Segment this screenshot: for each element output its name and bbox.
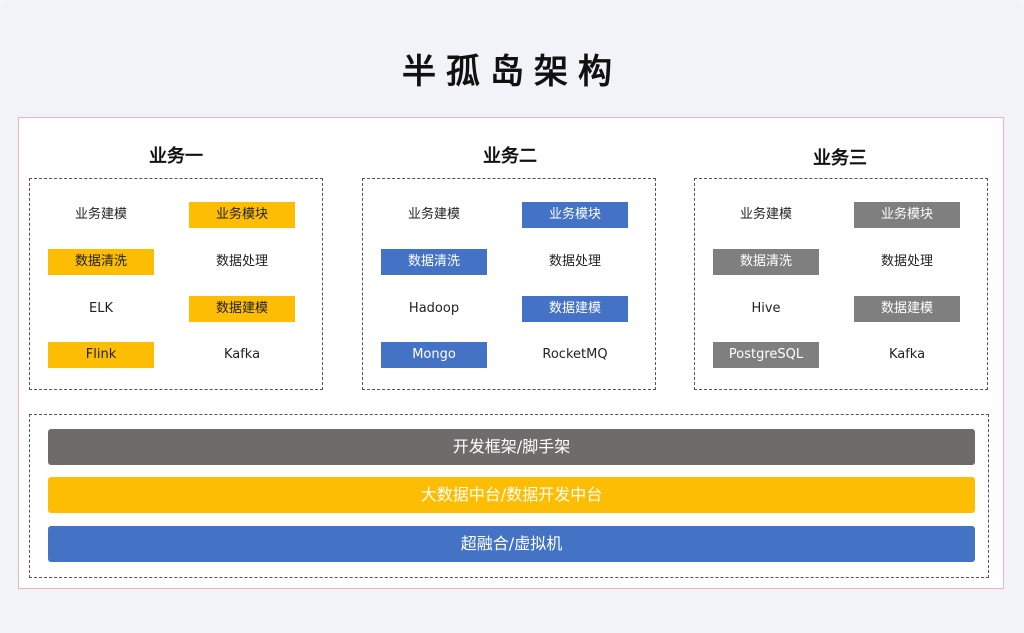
- column-2-cell: 业务模块: [522, 202, 628, 228]
- column-2-cell: RocketMQ: [542, 347, 608, 362]
- column-2-cell: 数据建模: [522, 296, 628, 322]
- column-3-cell: PostgreSQL: [713, 342, 819, 368]
- column-1-cell: ELK: [89, 301, 113, 316]
- column-2-cell: 数据清洗: [381, 249, 487, 275]
- column-1-cell: Kafka: [223, 347, 261, 362]
- column-3-cell: 数据建模: [854, 296, 960, 322]
- column-2-cell: 业务建模: [407, 207, 460, 222]
- column-title-3: 业务三: [813, 148, 867, 169]
- layer-bar-framework: 开发框架/脚手架: [48, 429, 975, 465]
- column-1-cell: 数据建模: [189, 296, 295, 322]
- layer-bar-data-platform: 大数据中台/数据开发中台: [48, 477, 975, 513]
- column-1-cell: 数据清洗: [48, 249, 154, 275]
- column-2-cell: 数据处理: [548, 254, 601, 269]
- column-1-cell: Flink: [48, 342, 154, 368]
- layer-bar-infrastructure: 超融合/虚拟机: [48, 526, 975, 562]
- column-title-2: 业务二: [483, 146, 537, 167]
- column-1-cell: 业务模块: [189, 202, 295, 228]
- column-3-cell: 业务模块: [854, 202, 960, 228]
- diagram-title: 半孤岛架构: [402, 52, 622, 92]
- column-title-1: 业务一: [149, 146, 203, 167]
- column-3-cell: Hive: [751, 301, 781, 316]
- column-3-cell: 业务建模: [739, 207, 792, 222]
- column-2-cell: Hadoop: [408, 301, 460, 316]
- column-2-cell: Mongo: [381, 342, 487, 368]
- column-3-cell: Kafka: [888, 347, 926, 362]
- column-3-cell: 数据处理: [880, 254, 933, 269]
- column-1-cell: 业务建模: [74, 207, 127, 222]
- column-3-cell: 数据清洗: [713, 249, 819, 275]
- column-1-cell: 数据处理: [215, 254, 268, 269]
